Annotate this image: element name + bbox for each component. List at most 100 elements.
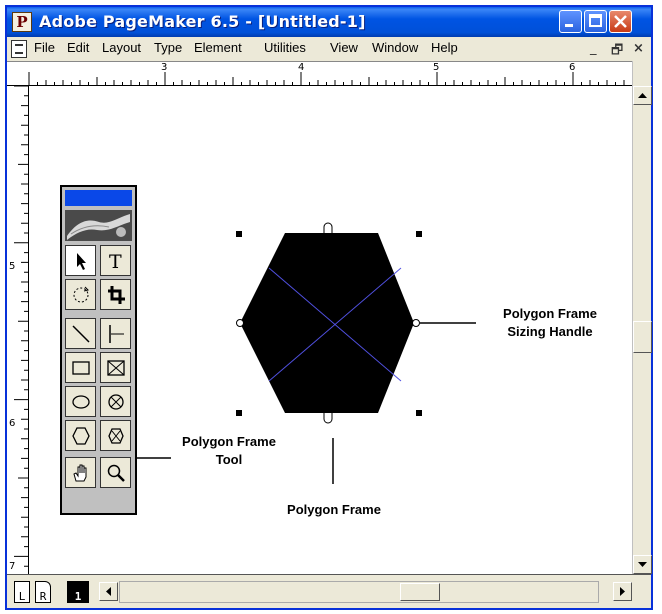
down-arrow-icon — [638, 562, 647, 567]
sizing-handle-callout-label: Polygon Frame Sizing Handle — [485, 305, 615, 341]
menu-utilities[interactable]: Utilities — [264, 40, 306, 55]
scroll-down-button[interactable] — [633, 555, 652, 574]
horizontal-ruler[interactable]: 3 4 5 6 — [7, 61, 632, 87]
text-tool[interactable]: T — [100, 245, 131, 276]
pagemaker-app-icon[interactable]: P — [12, 12, 32, 32]
vertical-scroll-thumb[interactable] — [633, 321, 652, 353]
rotate-icon — [73, 286, 89, 302]
menu-bar: File Edit Layout Type Element Utilities … — [7, 37, 651, 61]
pointer-icon — [76, 252, 86, 270]
magnifier-icon — [107, 464, 125, 482]
ellipse-icon — [71, 394, 90, 409]
scroll-left-button[interactable] — [99, 582, 118, 601]
hand-icon — [72, 464, 86, 481]
right-arrow-icon — [620, 587, 625, 596]
polygon-frame-tool[interactable] — [100, 420, 131, 451]
vruler-label-5: 5 — [9, 261, 16, 272]
windowshade-handle-bottom[interactable] — [323, 413, 333, 424]
constrained-line-tool[interactable] — [100, 318, 131, 349]
diagonal-line-icon — [71, 324, 90, 343]
ellipse-tool[interactable] — [65, 386, 96, 417]
crop-icon — [107, 285, 125, 304]
rotate-tool[interactable] — [65, 279, 96, 310]
toolbox-logo-image — [65, 210, 132, 241]
ellipse-frame-tool[interactable] — [100, 386, 131, 417]
ruler-label-4: 4 — [298, 62, 305, 73]
horizontal-ruler-ticks — [7, 72, 632, 87]
sizing-handle-callout-line1: Polygon Frame — [503, 306, 597, 321]
document-minimize-button[interactable]: _ — [590, 41, 597, 56]
menu-file[interactable]: File — [34, 40, 55, 55]
polygon-frame-sizing-handle[interactable] — [412, 319, 420, 327]
frame-tool-callout-label: Polygon Frame Tool — [169, 433, 289, 469]
pointer-tool[interactable] — [65, 245, 96, 276]
ruler-label-6: 6 — [569, 62, 576, 73]
hand-tool[interactable] — [65, 457, 96, 488]
maximize-icon — [589, 14, 602, 27]
rectangle-icon — [71, 360, 90, 375]
up-arrow-icon — [638, 93, 647, 98]
toolbox-title-bar[interactable] — [65, 190, 132, 206]
hexagon-icon — [71, 426, 90, 445]
frame-tool-callout-line2: Tool — [215, 452, 243, 467]
left-master-page-icon[interactable]: L — [14, 581, 30, 603]
corner-handle-top-left[interactable] — [236, 231, 242, 237]
windowshade-handle-top[interactable] — [323, 222, 333, 233]
side-handle-left[interactable] — [236, 319, 244, 327]
corner-handle-bottom-left[interactable] — [236, 410, 242, 416]
document-control-icon[interactable] — [11, 40, 27, 58]
text-tool-icon: T — [109, 251, 122, 272]
menu-element[interactable]: Element — [194, 40, 242, 55]
crop-tool[interactable] — [100, 279, 131, 310]
application-window: P Adobe PageMaker 6.5 - [Untitled-1] Fil… — [5, 5, 653, 610]
rectangle-tool[interactable] — [65, 352, 96, 383]
scroll-up-button[interactable] — [633, 86, 652, 105]
right-master-page-icon[interactable]: R — [35, 581, 51, 603]
ellipse-frame-icon — [107, 393, 124, 410]
title-bar[interactable]: P Adobe PageMaker 6.5 - [Untitled-1] — [7, 7, 651, 37]
scroll-right-button[interactable] — [613, 582, 632, 601]
menu-layout[interactable]: Layout — [102, 40, 141, 55]
maximize-button[interactable] — [584, 10, 607, 33]
ruler-label-5: 5 — [433, 62, 440, 73]
document-close-button[interactable]: × — [633, 41, 644, 56]
menu-edit[interactable]: Edit — [67, 40, 89, 55]
page-1-icon[interactable]: 1 — [67, 581, 89, 603]
vertical-ruler[interactable]: 5 6 7 — [7, 85, 29, 574]
vertical-ruler-ticks — [14, 85, 28, 567]
menu-view[interactable]: View — [330, 40, 358, 55]
vruler-label-7: 7 — [9, 561, 16, 572]
menu-window[interactable]: Window — [372, 40, 418, 55]
polygon-frame[interactable] — [240, 233, 414, 413]
page-navigation-bar: L R 1 — [7, 574, 651, 608]
menu-type[interactable]: Type — [154, 40, 182, 55]
vertical-scrollbar[interactable] — [632, 61, 652, 574]
svg-text:T: T — [109, 251, 122, 272]
horizontal-scroll-track[interactable] — [119, 581, 599, 603]
constrained-line-icon — [108, 324, 124, 343]
polygon-frame-callout-label: Polygon Frame — [287, 502, 381, 517]
corner-handle-bottom-right[interactable] — [416, 410, 422, 416]
ruler-label-3: 3 — [161, 62, 168, 73]
minimize-button[interactable] — [559, 10, 582, 33]
document-restore-button[interactable]: 🗗 — [611, 41, 623, 63]
corner-handle-top-right[interactable] — [416, 231, 422, 237]
polygon-frame-icon — [107, 427, 124, 444]
rectangle-frame-icon — [106, 359, 125, 376]
left-arrow-icon — [106, 587, 111, 596]
polygon-tool[interactable] — [65, 420, 96, 451]
feather-logo-icon — [65, 210, 132, 241]
frame-tool-callout-line1: Polygon Frame — [182, 434, 276, 449]
zoom-tool[interactable] — [100, 457, 131, 488]
minimize-icon — [565, 24, 573, 27]
rectangle-frame-tool[interactable] — [100, 352, 131, 383]
line-tool[interactable] — [65, 318, 96, 349]
window-title: Adobe PageMaker 6.5 - [Untitled-1] — [39, 12, 366, 31]
sizing-handle-callout-line2: Sizing Handle — [507, 324, 593, 339]
vruler-label-6: 6 — [9, 418, 16, 429]
menu-help[interactable]: Help — [431, 40, 458, 55]
horizontal-scroll-thumb[interactable] — [400, 583, 440, 601]
close-icon — [614, 15, 627, 28]
toolbox-palette: T — [60, 185, 137, 515]
close-button[interactable] — [609, 10, 632, 33]
